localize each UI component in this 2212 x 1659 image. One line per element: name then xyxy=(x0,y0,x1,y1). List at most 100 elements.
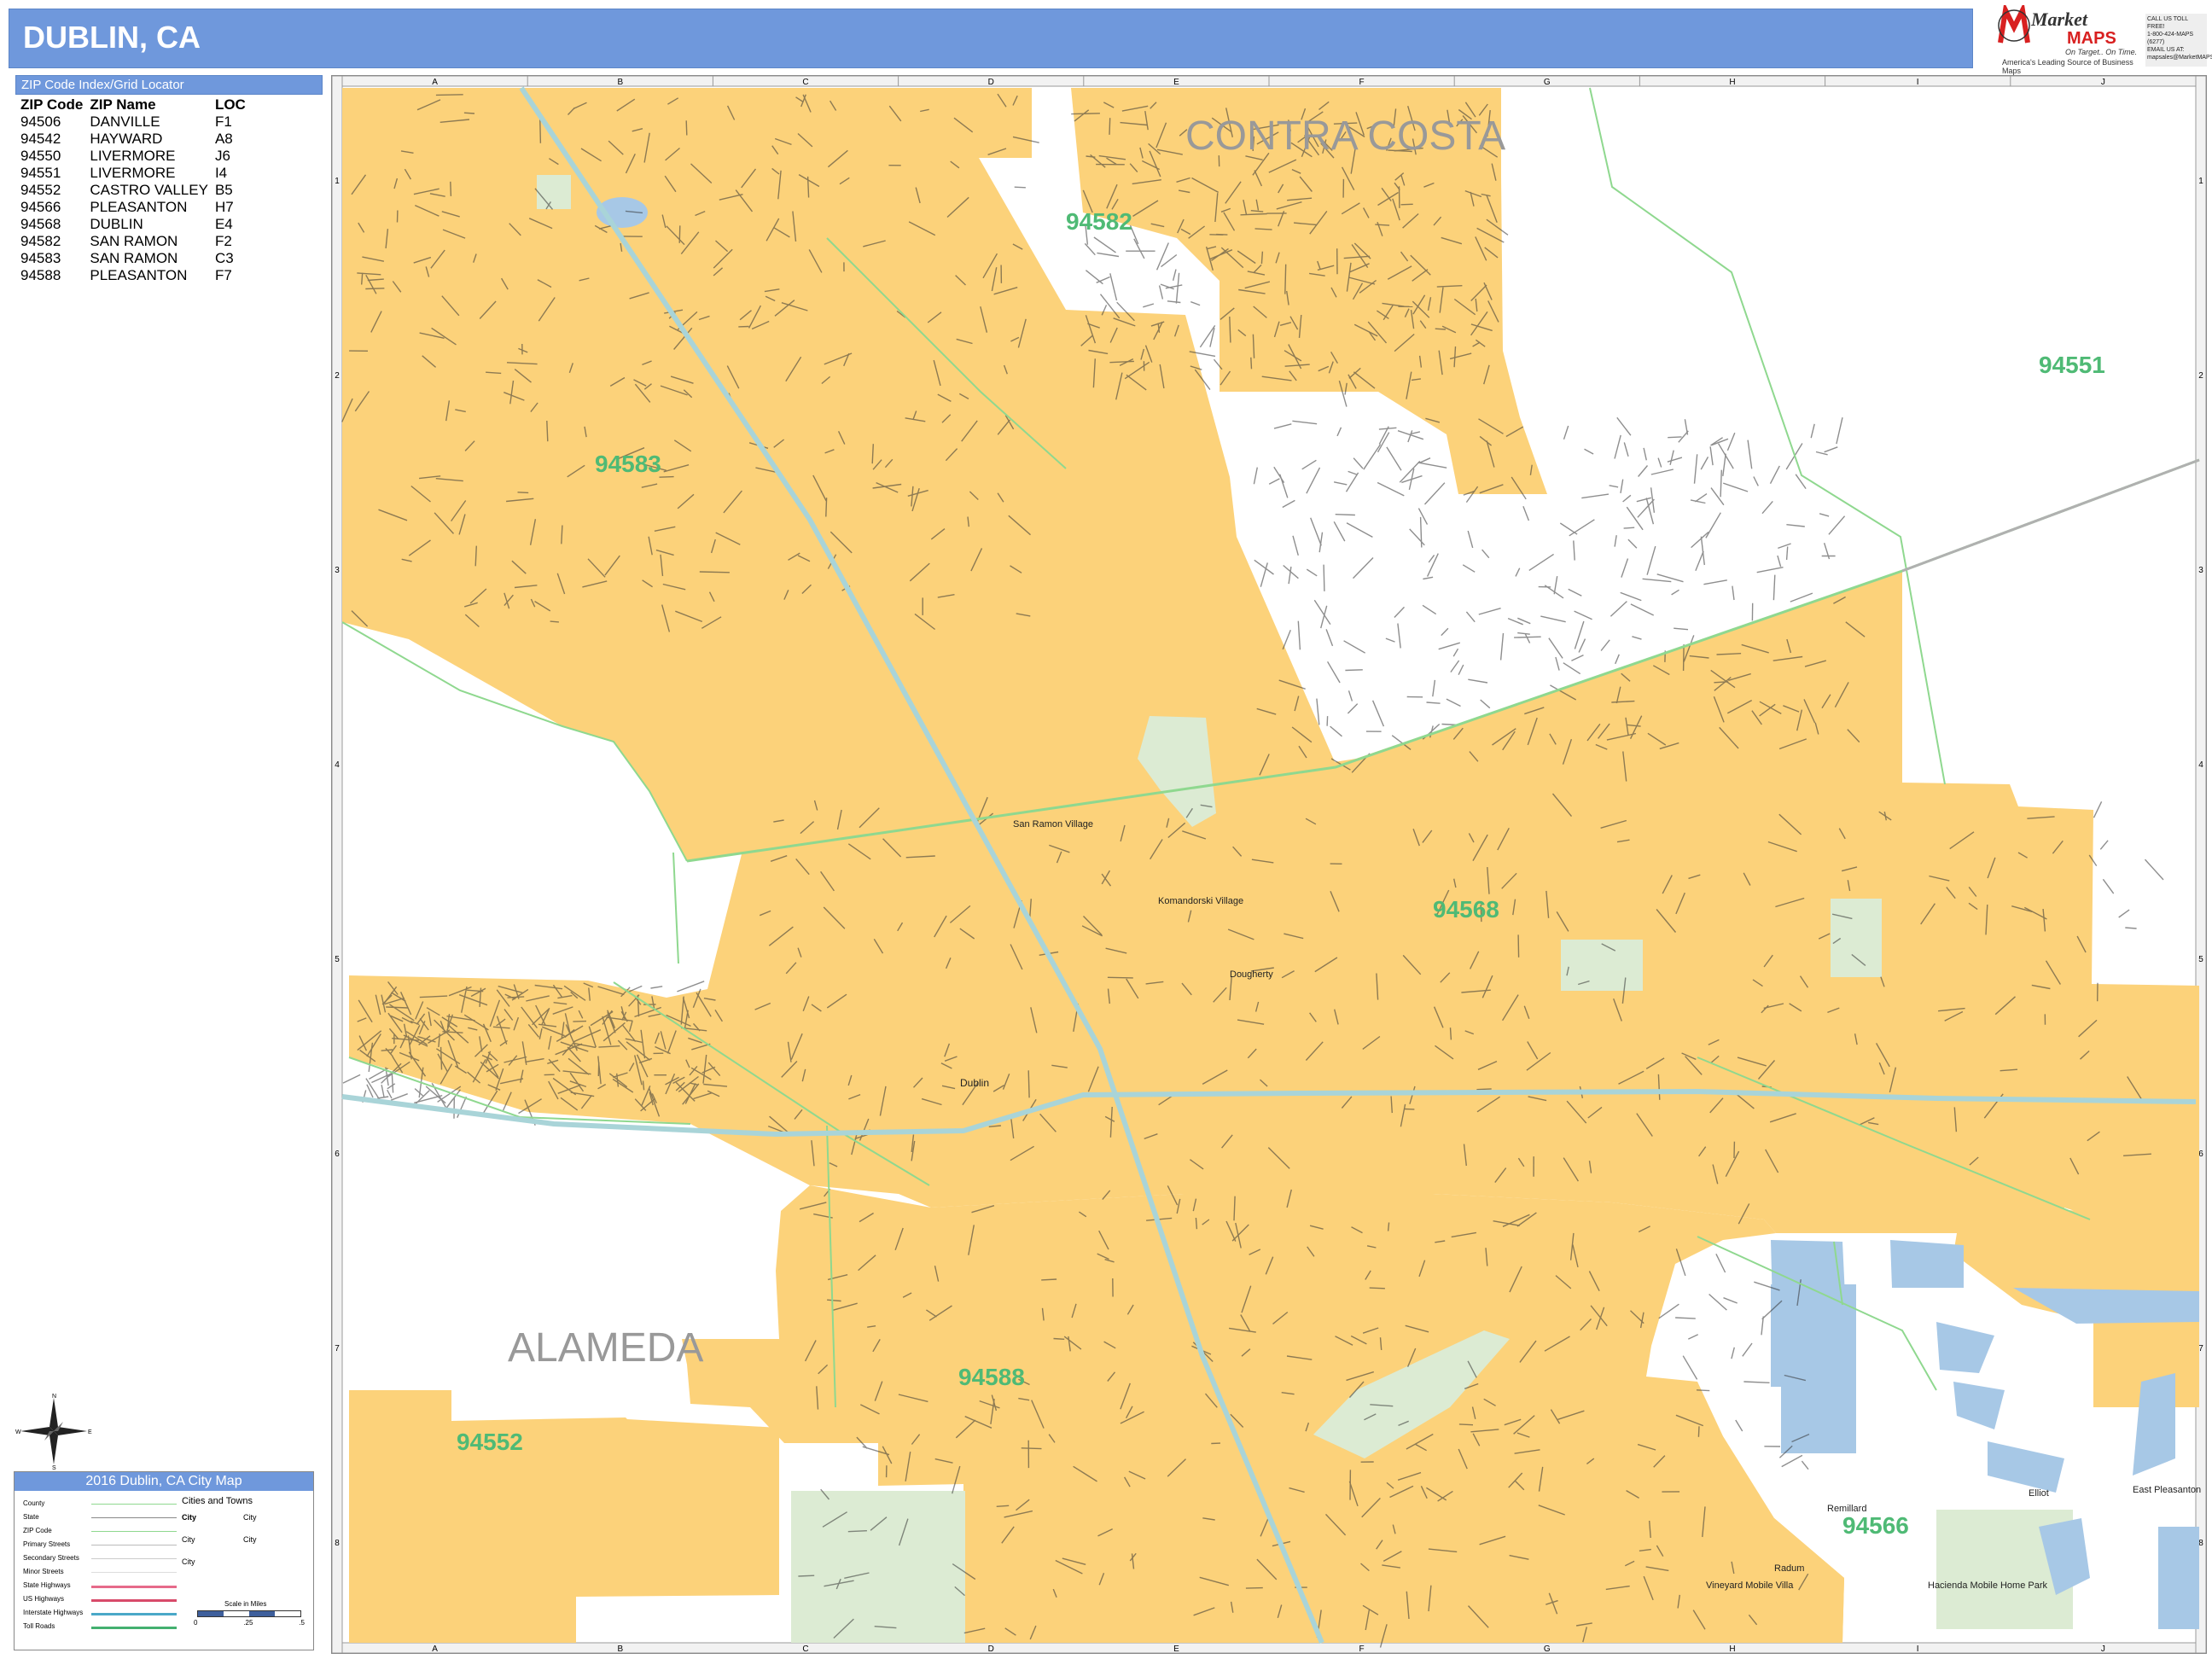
street-segment xyxy=(1623,442,1629,457)
zip-area-94552[interactable] xyxy=(349,1390,779,1643)
street-segment xyxy=(1499,632,1505,661)
zip-label-94582: 94582 xyxy=(1066,208,1132,235)
legend-line-swatch xyxy=(91,1572,177,1573)
legend-line-swatch xyxy=(91,1531,177,1532)
street-segment xyxy=(1785,546,1789,561)
street-segment xyxy=(1041,1278,1057,1281)
zip-code-cell: 94552 xyxy=(20,182,61,198)
street-segment xyxy=(1292,535,1299,556)
logo-word-market: Market xyxy=(2031,9,2087,30)
zip-label-94552: 94552 xyxy=(457,1429,523,1455)
map-canvas[interactable]: A A B B C C D D E E F F G G H H I I J J 1 1 2 2 3 3 4 4 5 5 6 6 7 7 8 8 xyxy=(332,76,2206,1653)
street-segment xyxy=(1569,519,1595,537)
scale-tick: .25 xyxy=(243,1619,253,1627)
street-segment xyxy=(1053,1337,1065,1340)
street-segment xyxy=(1333,481,1348,486)
street-segment xyxy=(415,1090,430,1104)
county-label-contra-costa: CONTRA COSTA xyxy=(1185,114,1505,159)
street-segment xyxy=(1167,300,1181,304)
street-segment xyxy=(2093,800,2103,818)
street-segment xyxy=(1465,611,1476,623)
grid-row-label: 3 xyxy=(335,566,340,575)
grid-column-label: G xyxy=(1544,1644,1551,1653)
street-segment xyxy=(1695,493,1708,503)
street-segment xyxy=(1697,1426,1700,1437)
county-line-east xyxy=(1901,458,2200,573)
street-segment xyxy=(1714,681,1729,684)
legend-item-label: Minor Streets xyxy=(23,1568,64,1575)
street-segment xyxy=(1480,699,1491,709)
zip-name-cell: CASTRO VALLEY xyxy=(90,182,208,198)
street-segment xyxy=(1450,660,1460,673)
street-segment xyxy=(1563,425,1569,440)
zip-index-row: 94551 LIVERMORE I4 xyxy=(20,165,253,182)
street-segment xyxy=(1700,457,1709,470)
zip-loc-cell: F2 xyxy=(214,233,232,249)
zip-code-cell: 94551 xyxy=(20,165,61,181)
grid-right-bar xyxy=(2195,76,2206,1653)
grid-left-bar xyxy=(332,76,343,1653)
street-segment xyxy=(1777,555,1782,568)
park-area xyxy=(1561,940,1643,991)
street-segment xyxy=(1517,934,1520,958)
zip-name-cell: HAYWARD xyxy=(90,131,163,147)
map-frame[interactable]: AABBCCDDEEFFGGHHIIJJ1122334455667788 CON… xyxy=(331,75,2207,1654)
zip-loc-cell: C3 xyxy=(214,250,234,266)
zip-loc-cell: B5 xyxy=(214,182,233,198)
street-segment xyxy=(1353,457,1364,469)
street-segment xyxy=(847,1530,867,1533)
contact-line: mapsales@MarketMAPS.com xyxy=(2147,55,2212,61)
grid-column-label: E xyxy=(1173,78,1179,87)
grid-row-label: 6 xyxy=(2198,1150,2203,1159)
zip-loc-cell: A8 xyxy=(214,131,233,147)
legend-line-swatch xyxy=(91,1613,177,1615)
compass-s: S xyxy=(52,1465,56,1470)
zip-index-row: 94568 DUBLIN E4 xyxy=(20,216,253,233)
street-segment xyxy=(1084,242,1096,256)
street-segment xyxy=(1773,574,1776,601)
scale-tick: 0 xyxy=(194,1619,198,1627)
grid-column-label: F xyxy=(1359,1644,1365,1653)
street-segment xyxy=(1363,444,1382,470)
grid-row-label: 5 xyxy=(335,955,340,964)
water-body xyxy=(1890,1240,1964,1288)
grid-column-label: E xyxy=(1173,1644,1179,1653)
grid-row-label: 2 xyxy=(335,371,340,381)
street-segment xyxy=(1419,516,1423,548)
legend-city-mark: City xyxy=(182,1513,197,1522)
street-segment xyxy=(1409,528,1425,546)
legend-item-label: State xyxy=(23,1513,39,1521)
water-body xyxy=(1936,1322,1994,1373)
contact-line: CALL US TOLL FREE! xyxy=(2147,16,2188,30)
street-segment xyxy=(1481,549,1490,559)
street-segment xyxy=(1801,1460,1809,1470)
street-segment xyxy=(365,288,385,290)
street-segment xyxy=(386,1006,408,1009)
street-segment xyxy=(1517,632,1530,635)
zip-label-94568: 94568 xyxy=(1433,896,1499,923)
street-segment xyxy=(1284,264,1287,294)
street-segment xyxy=(1333,521,1346,542)
street-segment xyxy=(1268,478,1280,485)
zip-col-header: LOC xyxy=(214,96,246,113)
zip-code-cell: 94506 xyxy=(20,114,61,130)
street-segment xyxy=(1703,579,1727,585)
street-segment xyxy=(1260,562,1268,587)
scale-ticks: 0 .25 .5 xyxy=(194,1619,305,1627)
zip-loc-cell: F7 xyxy=(214,267,232,283)
street-segment xyxy=(1574,610,1592,620)
logo-tagline: On Target.. On Time. xyxy=(2065,48,2138,56)
street-segment xyxy=(1732,585,1735,601)
street-segment xyxy=(1175,272,1180,304)
street-segment xyxy=(1417,462,1447,469)
zip-index-heading: ZIP Code Index/Grid Locator xyxy=(15,75,323,95)
grid-row-label: 5 xyxy=(2198,955,2203,964)
street-segment xyxy=(1815,451,1828,456)
legend-item-label: Toll Roads xyxy=(23,1622,55,1630)
zip-index-row: 94582 SAN RAMON F2 xyxy=(20,233,253,250)
grid-column-label: A xyxy=(432,78,438,87)
street-segment xyxy=(1133,238,1145,259)
street-segment xyxy=(1190,300,1201,306)
legend-city-mark: City xyxy=(182,1535,195,1544)
street-segment xyxy=(1630,603,1655,616)
